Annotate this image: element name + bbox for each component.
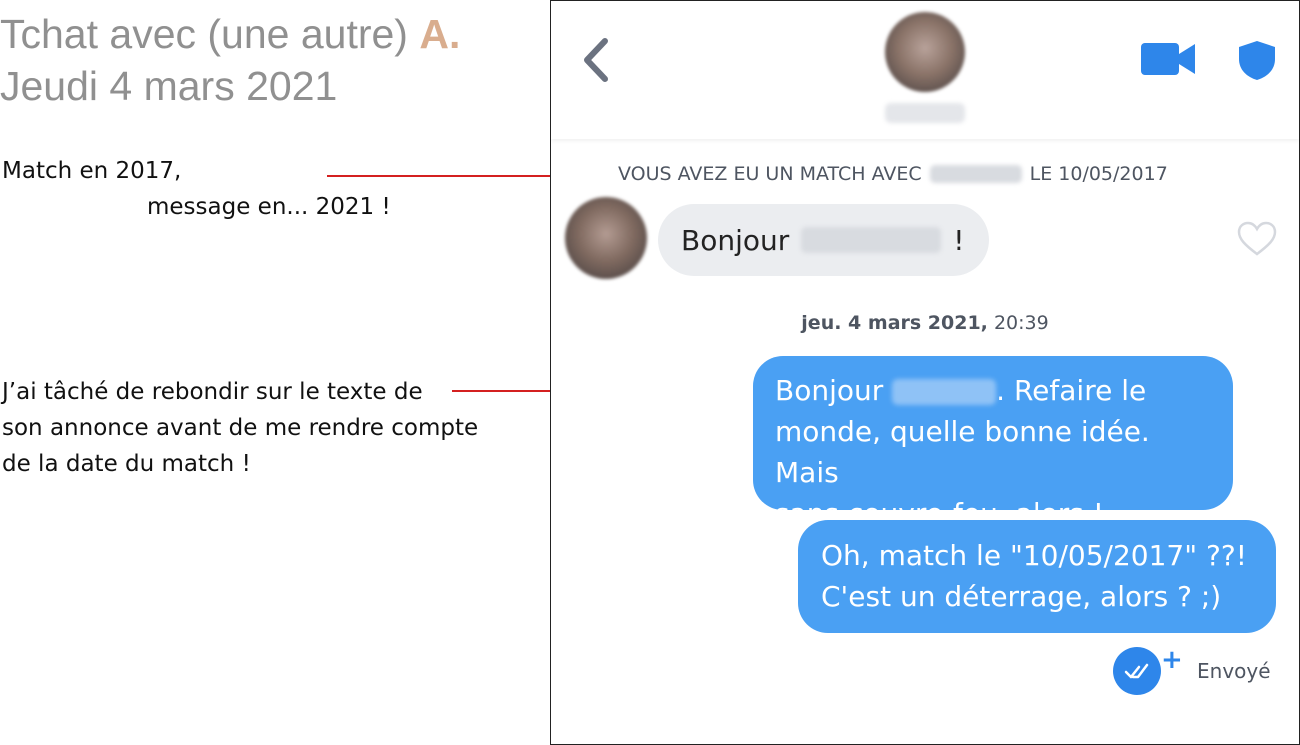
delivery-status: + Envoyé: [1113, 645, 1293, 697]
heart-icon: [1237, 221, 1277, 256]
shield-icon: [1239, 41, 1275, 80]
page-title: Tchat avec (une autre) A. Jeudi 4 mars 2…: [0, 8, 460, 112]
status-label: Envoyé: [1197, 659, 1271, 683]
sender-avatar[interactable]: [565, 197, 647, 279]
received-greeting: Bonjour: [681, 223, 790, 257]
sent-message-1[interactable]: Bonjour . Refaire le monde, quelle bonne…: [753, 356, 1233, 530]
note-rebound-line2: son annonce avant de me rendre compte: [2, 415, 479, 441]
sent1-start: Bonjour: [775, 374, 884, 407]
title-initial: A.: [419, 11, 461, 57]
video-call-button[interactable]: [1141, 41, 1197, 77]
note-rebound-line1: J’ai tâché de rebondir sur le texte de: [2, 379, 423, 405]
like-button[interactable]: [1237, 221, 1277, 257]
sent1-rest-line1: . Refaire le: [996, 374, 1147, 407]
title-date: Jeudi 4 mars 2021: [0, 63, 338, 109]
back-button[interactable]: [577, 35, 617, 85]
read-receipt-button[interactable]: [1113, 647, 1161, 695]
match-prefix: VOUS AVEZ EU UN MATCH AVEC: [618, 163, 922, 185]
match-suffix: LE 10/05/2017: [1029, 163, 1168, 185]
note-rebound: J’ai tâché de rebondir sur le texte de s…: [2, 374, 478, 482]
chevron-left-icon: [584, 38, 608, 82]
sent1-line2: monde, quelle bonne idée. Mais: [775, 415, 1150, 489]
sent2-line2: C'est un déterrage, alors ? ;): [821, 580, 1222, 613]
match-info: VOUS AVEZ EU UN MATCH AVEC LE 10/05/2017: [618, 163, 1168, 185]
match-name-blurred: [929, 165, 1022, 183]
timestamp-time: 20:39: [987, 312, 1049, 334]
note-match-line2: message en... 2021 !: [147, 194, 391, 220]
received-message[interactable]: Bonjour !: [658, 204, 989, 276]
video-camera-icon: [1141, 43, 1195, 75]
match-avatar[interactable]: [885, 12, 965, 92]
message-timestamp: jeu. 4 mars 2021, 20:39: [551, 312, 1299, 334]
timestamp-date: jeu. 4 mars 2021,: [801, 312, 988, 334]
received-end: !: [953, 223, 965, 257]
recipient-name-blurred: [801, 227, 942, 253]
note-match-line1: Match en 2017,: [2, 158, 182, 184]
note-rebound-line3: de la date du match !: [2, 451, 251, 477]
chat-header: [551, 1, 1299, 139]
status-plus[interactable]: +: [1161, 645, 1183, 675]
double-check-icon: [1124, 663, 1149, 679]
recipient-name-blurred: [892, 379, 997, 405]
sent2-line1: Oh, match le "10/05/2017" ??!: [821, 539, 1247, 572]
sent-message-2[interactable]: Oh, match le "10/05/2017" ??! C'est un d…: [798, 520, 1276, 633]
safety-shield-button[interactable]: [1237, 39, 1277, 81]
chat-screen: VOUS AVEZ EU UN MATCH AVEC LE 10/05/2017…: [550, 0, 1300, 745]
title-text: Tchat avec (une autre): [0, 11, 420, 57]
match-name-blurred: [885, 103, 965, 123]
